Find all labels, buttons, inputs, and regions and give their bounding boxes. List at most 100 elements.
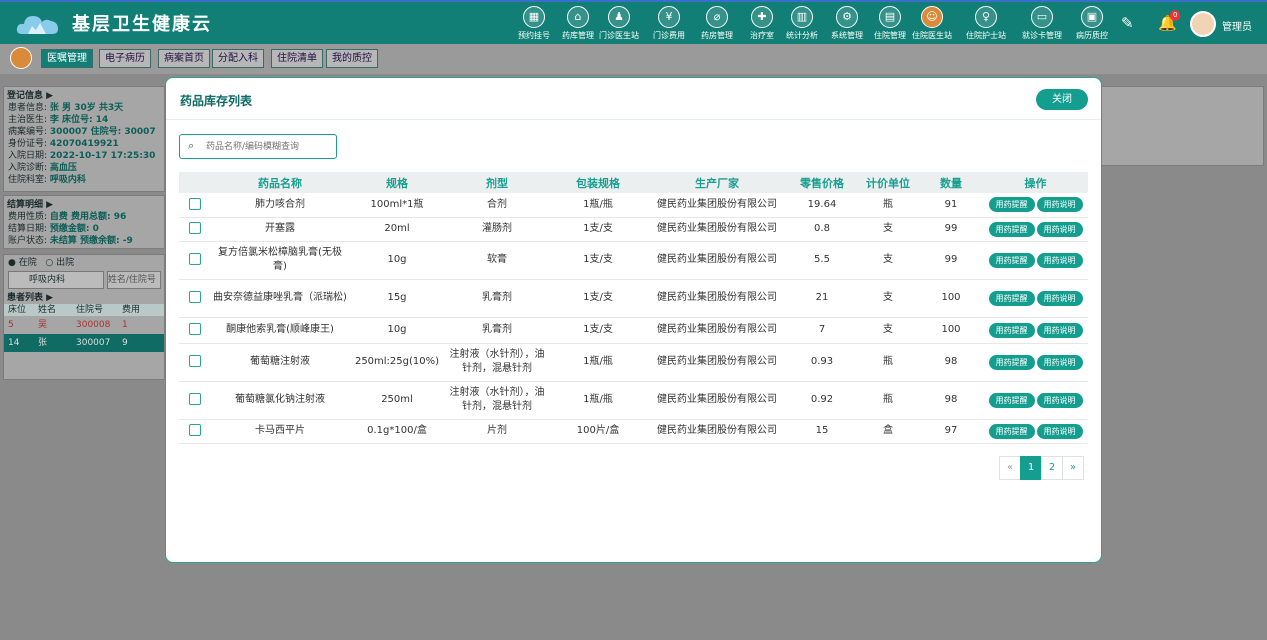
- row-checkbox[interactable]: [189, 291, 201, 303]
- tab-1[interactable]: 电子病历: [99, 49, 151, 68]
- drug-reminder-button[interactable]: 用药提醒: [988, 252, 1035, 268]
- cell-剂型: 合剂: [445, 193, 549, 218]
- user-name[interactable]: 管理员: [1222, 18, 1252, 33]
- select-cell: [179, 381, 211, 420]
- nav-label: 住院管理: [874, 31, 906, 40]
- tab-3[interactable]: 分配入科: [212, 49, 264, 68]
- nav-icon-12: ▣: [1081, 6, 1103, 28]
- drug-instructions-button[interactable]: 用药说明: [1036, 197, 1083, 213]
- patient-list-col-3[interactable]: 费用: [122, 304, 152, 316]
- drug-reminder-button[interactable]: 用药提醒: [988, 322, 1035, 338]
- play-icon[interactable]: ▶: [46, 91, 53, 101]
- status-in-label: 在院: [18, 258, 37, 268]
- cell-规格: 250ml: [349, 381, 445, 420]
- user-avatar[interactable]: [1190, 11, 1216, 37]
- play-icon[interactable]: ▶: [46, 293, 53, 303]
- nav-icon-11: ▭: [1031, 6, 1053, 28]
- dept-select[interactable]: 呼吸内科: [8, 271, 104, 289]
- drug-reminder-button[interactable]: 用药提醒: [988, 290, 1035, 306]
- cell-生产厂家: 健民药业集团股份有限公司: [647, 241, 787, 280]
- info-row: 身份证号: 42070419921: [4, 138, 164, 150]
- drug-search-input[interactable]: [206, 138, 331, 155]
- row-checkbox[interactable]: [189, 355, 201, 367]
- cell-生产厂家: 健民药业集团股份有限公司: [647, 419, 787, 444]
- row-checkbox[interactable]: [189, 253, 201, 265]
- drug-reminder-button[interactable]: 用药提醒: [988, 423, 1035, 439]
- pager-prev[interactable]: «: [999, 456, 1021, 480]
- row-checkbox[interactable]: [189, 424, 201, 436]
- radio-in-hospital[interactable]: ●: [8, 258, 16, 268]
- drug-instructions-button[interactable]: 用药说明: [1036, 322, 1083, 338]
- nav-item-2[interactable]: ♟ 门诊医生站: [593, 6, 645, 44]
- tab-4[interactable]: 住院清单: [271, 49, 323, 68]
- table-row: 肺力咳合剂 100ml*1瓶 合剂 1瓶/瓶 健民药业集团股份有限公司 19.64 瓶 91 用…: [179, 193, 1088, 218]
- select-cell: [179, 317, 211, 344]
- drug-stock-modal: 药品库存列表 关闭 ⌕ 药品名称规格剂型包装规格生产厂家零售价格计价单位数量操作…: [165, 77, 1102, 563]
- cell-计价单位: 瓶: [857, 381, 919, 420]
- patient-search-input[interactable]: 姓名/住院号: [106, 271, 161, 289]
- pager-page-2[interactable]: 2: [1041, 456, 1063, 480]
- edit-icon[interactable]: ✎: [1121, 14, 1134, 32]
- patient-list-panel: ● 在院 ○ 出院 呼吸内科 姓名/住院号 患者列表 ▶ 床位 姓名 住院号 费用 5 吴…: [3, 254, 165, 380]
- drug-instructions-button[interactable]: 用药说明: [1036, 290, 1083, 306]
- drug-reminder-button[interactable]: 用药提醒: [988, 221, 1035, 237]
- drug-instructions-button[interactable]: 用药说明: [1036, 423, 1083, 439]
- radio-discharged[interactable]: ○: [45, 258, 53, 268]
- patient-list-col-2[interactable]: 住院号: [76, 304, 122, 316]
- row-checkbox[interactable]: [189, 393, 201, 405]
- play-icon[interactable]: ▶: [46, 200, 53, 210]
- column-header-1: 规格: [349, 172, 445, 193]
- tab-2[interactable]: 病案首页: [158, 49, 210, 68]
- actions-cell: 用药提醒 用药说明: [983, 241, 1088, 280]
- nav-label: 门诊医生站: [599, 31, 639, 40]
- cell-数量: 100: [919, 317, 983, 344]
- actions-cell: 用药提醒 用药说明: [983, 279, 1088, 318]
- cell-规格: 20ml: [349, 217, 445, 242]
- doctor-avatar-icon: [10, 47, 32, 69]
- patient-row[interactable]: 5 吴 300008 1: [4, 316, 164, 334]
- cell-生产厂家: 健民药业集团股份有限公司: [647, 317, 787, 344]
- row-checkbox[interactable]: [189, 222, 201, 234]
- info-key: 主治医生:: [8, 115, 48, 125]
- info-key: 结算日期:: [8, 224, 48, 234]
- nav-item-11[interactable]: ▭ 就诊卡管理: [1016, 6, 1068, 44]
- pager-next[interactable]: »: [1062, 456, 1084, 480]
- column-header-6: 计价单位: [857, 172, 919, 193]
- patient-cell: 9: [122, 338, 128, 348]
- info-row: 主治医生: 李 床位号: 14: [4, 114, 164, 126]
- drug-reminder-button[interactable]: 用药提醒: [988, 197, 1035, 213]
- nav-label: 门诊费用: [653, 31, 685, 40]
- nav-label: 病历质控: [1076, 31, 1108, 40]
- patient-cell: 吴: [38, 320, 48, 330]
- close-button[interactable]: 关闭: [1036, 89, 1088, 110]
- patient-list-col-1[interactable]: 姓名: [38, 304, 76, 316]
- tab-5[interactable]: 我的质控: [326, 49, 378, 68]
- cell-剂型: 片剂: [445, 419, 549, 444]
- row-checkbox[interactable]: [189, 197, 201, 210]
- cell-零售价格: 7: [787, 317, 857, 344]
- drug-instructions-button[interactable]: 用药说明: [1036, 221, 1083, 237]
- drug-search-box[interactable]: ⌕: [179, 134, 337, 159]
- nav-item-9[interactable]: ☺ 住院医生站: [906, 6, 958, 44]
- patient-row[interactable]: 14 张 300007 9: [4, 334, 164, 352]
- row-checkbox[interactable]: [189, 323, 201, 335]
- nav-item-10[interactable]: ♀ 住院护士站: [960, 6, 1012, 44]
- patient-cell: 1: [122, 320, 128, 330]
- drug-reminder-button[interactable]: 用药提醒: [988, 354, 1035, 370]
- drug-instructions-button[interactable]: 用药说明: [1036, 392, 1083, 408]
- cell-规格: 10g: [349, 317, 445, 344]
- info-row: 账户状态: 未结算 预缴余额: -9: [4, 235, 164, 247]
- info-row: 结算日期: 预缴金额: 0: [4, 223, 164, 235]
- nav-label: 就诊卡管理: [1022, 31, 1062, 40]
- drug-reminder-button[interactable]: 用药提醒: [988, 392, 1035, 408]
- nav-item-12[interactable]: ▣ 病历质控: [1066, 6, 1118, 44]
- patient-list-col-0[interactable]: 床位: [8, 304, 38, 316]
- cell-计价单位: 盒: [857, 419, 919, 444]
- pager-page-1[interactable]: 1: [1020, 456, 1042, 480]
- tab-0[interactable]: 医嘱管理: [41, 49, 93, 68]
- nav-item-3[interactable]: ¥ 门诊费用: [643, 6, 695, 44]
- info-value: 300007 住院号: 30007: [49, 127, 156, 137]
- info-value: 2022-10-17 17:25:30: [49, 151, 156, 161]
- drug-instructions-button[interactable]: 用药说明: [1036, 252, 1083, 268]
- drug-instructions-button[interactable]: 用药说明: [1036, 354, 1083, 370]
